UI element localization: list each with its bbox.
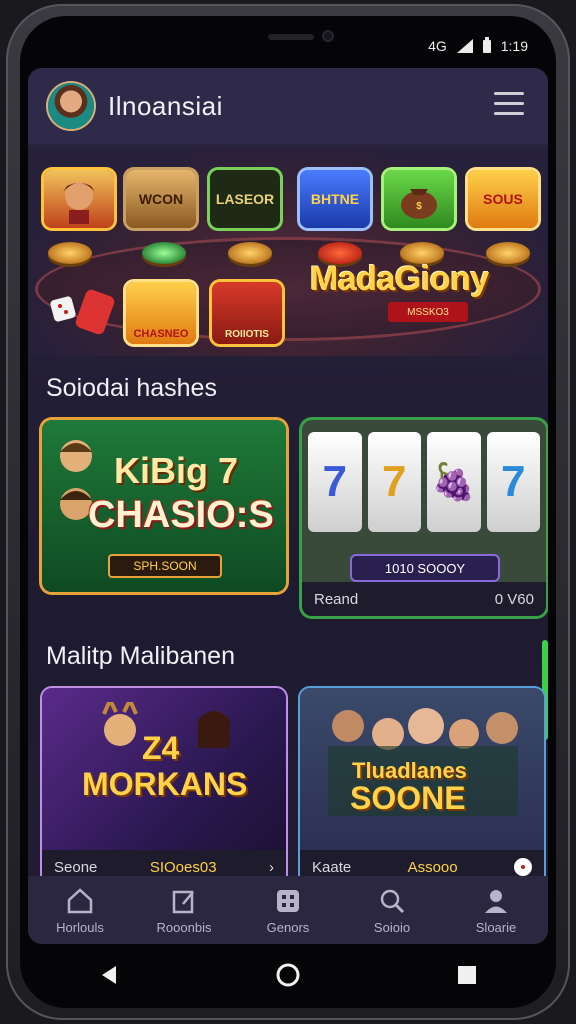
nav-label: Soioio [373,919,411,935]
status-bar: 4G 1:19 [428,36,528,54]
home-button-icon[interactable] [275,962,301,993]
chip-stack-icon [486,242,530,264]
clock: 1:19 [500,38,528,54]
card-footer-mid: SIOoes03 [149,858,217,876]
card-footer-left: Seone [54,858,98,876]
banner-title: MadaGiony [310,260,489,298]
game-tile-5[interactable]: CHASNEO [126,282,196,344]
app-title: Ilnoansiai [108,90,223,121]
chip-stack-icon [228,242,272,264]
card-title-line2: CHASIO:S [88,494,274,536]
card-art-number: Z4 [142,730,180,766]
card-tag: SPH.SOON [108,554,222,578]
dice-icon[interactable] [514,858,532,876]
search-icon [380,889,405,913]
slot-tag: 1010 SOOOY [350,554,500,582]
dice-icon [50,289,115,335]
card-art-title-line2: SOONE [350,780,466,816]
svg-text:$: $ [416,201,422,212]
chevron-right-icon[interactable]: › [269,859,274,876]
card-footer-mid: Assooo [407,858,458,876]
grid-icon [277,889,299,912]
game-tile-2[interactable]: LASEOR [210,170,280,228]
section-title-2: Malitp Malibanen [46,642,235,670]
game-tile-character[interactable] [44,170,114,228]
recents-icon[interactable] [456,964,478,991]
profile-icon [485,889,507,913]
system-navigation [20,952,556,1002]
slot-reels: 7 7 🍇 7 [308,432,540,532]
slot-reel: 7 [486,432,540,532]
hamburger-menu-icon[interactable] [494,92,524,120]
edit-icon [172,890,194,913]
back-icon[interactable] [98,964,120,991]
nav-games[interactable]: Genors [243,886,333,935]
hero-banner[interactable]: WCON LASEOR BHTNE $ SOUS CHASNEO ROIIOTI… [28,148,548,356]
game-card-soone[interactable]: Tluadlanes SOONE Kaate Assooo [300,688,544,884]
card-footer: Reand 0 V60 [302,582,546,616]
card-art-title: MORKANS [82,766,248,802]
game-tile-3[interactable]: BHTNE [300,170,370,228]
slot-reel: 7 [367,432,421,532]
character-icon [63,182,95,224]
card-footer-left: Kaate [312,858,352,876]
phone-frame: 4G 1:19 Ilnoansiai WCON LASEOR BHTNE $ S… [6,4,570,1020]
game-tile-4[interactable]: SOUS [468,170,538,228]
network-indicator: 4G [428,38,447,54]
nav-label: Rooonbis [156,919,212,935]
chip-stack-icon [48,242,92,264]
nav-search[interactable]: Soioio [347,886,437,935]
money-bag-icon: $ [401,189,437,219]
avatar[interactable] [48,83,94,129]
battery-icon [482,36,491,53]
card-footer-left: Reand [314,590,359,608]
nav-profile[interactable]: Sloarie [451,886,541,935]
card-title-line1: KiBig 7 [114,450,239,491]
bottom-navigation: Horlouls Rooonbis Genors Soioio Sloarie [28,876,548,944]
front-camera [322,30,334,42]
nav-label: Horlouls [56,919,104,935]
card-footer-right: 0 V60 [494,590,534,608]
app-screen: Ilnoansiai WCON LASEOR BHTNE $ SOUS CHAS… [28,68,548,944]
nav-edit[interactable]: Rooonbis [139,886,229,935]
phone-bezel: 4G 1:19 Ilnoansiai WCON LASEOR BHTNE $ S… [20,16,556,1008]
section-title-1: Soiodai hashes [46,374,217,402]
game-tile-bag[interactable]: $ [384,170,454,228]
earpiece-speaker [268,34,314,40]
nav-home[interactable]: Horlouls [35,886,125,935]
signal-icon [456,39,473,53]
game-tile-1[interactable]: WCON [126,170,196,228]
game-card-slots[interactable]: 7 7 🍇 7 1010 SOOOY Reand 0 V60 [302,420,546,616]
game-card-morkans[interactable]: Z4 MORKANS Seone SIOoes03 › [42,688,286,884]
nav-label: Sloarie [475,919,517,935]
slot-reel: 7 [308,432,362,532]
app-header: Ilnoansiai [28,68,548,144]
game-card-kibig[interactable]: KiBig 7 CHASIO:S SPH.SOON [42,420,286,592]
home-icon [67,887,93,913]
game-tile-6[interactable]: ROIIOTIS [212,282,282,344]
cash-icon [142,242,186,264]
nav-label: Genors [266,919,310,935]
slot-reel: 🍇 [427,432,481,532]
banner-badge: MSSKO3 [388,302,468,322]
